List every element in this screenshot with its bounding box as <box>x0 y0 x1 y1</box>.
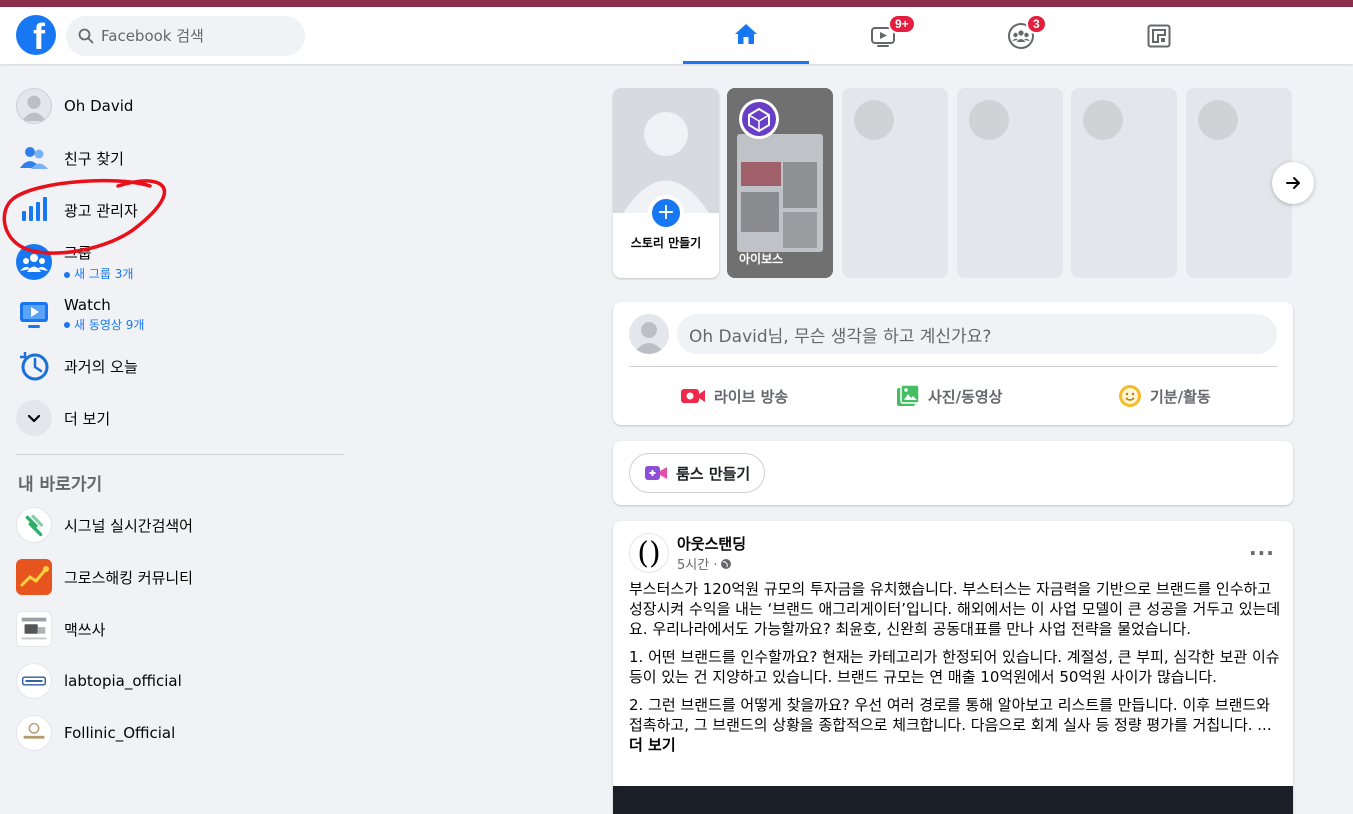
new-dot-icon <box>64 322 70 328</box>
growth-hacking-logo-icon <box>16 559 52 595</box>
stories-next-button[interactable] <box>1272 162 1314 204</box>
composer-divider <box>629 366 1277 367</box>
search-icon <box>78 28 94 44</box>
gaming-icon <box>1147 24 1171 47</box>
tab-groups[interactable]: 3 <box>958 7 1084 64</box>
friends-icon <box>16 140 52 176</box>
search-box[interactable] <box>66 16 305 56</box>
rooms-card: 룸스 만들기 <box>613 441 1293 505</box>
feeling-activity-button[interactable]: 기분/활동 <box>1118 376 1211 416</box>
top-navigation-bar: f 9+ 3 <box>0 7 1353 64</box>
post-media[interactable] <box>613 786 1293 814</box>
sidebar-item-find-friends[interactable]: 친구 찾기 <box>8 132 348 184</box>
see-more-link[interactable]: 더 보기 <box>629 736 676 754</box>
profile-avatar-icon <box>16 88 52 124</box>
sidebar-item-label: Watch <box>64 295 111 314</box>
groups-badge: 3 <box>1026 14 1047 34</box>
shortcuts-title: 내 바로가기 <box>18 474 103 495</box>
stories-tray: + 스토리 만들기 아이보스 <box>613 88 1293 278</box>
post-composer: Oh David님, 무슨 생각을 하고 계신가요? 라이브 방송 사진/동영상… <box>613 302 1293 425</box>
story-card[interactable]: 아이보스 <box>727 88 833 278</box>
composer-prompt[interactable]: Oh David님, 무슨 생각을 하고 계신가요? <box>677 314 1277 354</box>
sidebar-item-sub: 새 동영상 9개 <box>64 316 144 333</box>
signal-logo-icon <box>16 507 52 543</box>
labtopia-logo-icon <box>16 663 52 699</box>
sidebar-item-label: Oh David <box>64 97 134 115</box>
story-placeholder <box>957 88 1063 278</box>
create-story-label: 스토리 만들기 <box>630 236 702 250</box>
sidebar-item-label: 과거의 오늘 <box>64 357 138 376</box>
post-author-avatar[interactable]: () <box>629 533 669 573</box>
live-video-button[interactable]: 라이브 방송 <box>680 376 788 416</box>
shortcut-label: 맥쓰사 <box>64 620 106 639</box>
tab-home[interactable] <box>683 7 809 64</box>
window-top-strip <box>0 0 1353 7</box>
composer-avatar <box>629 314 669 354</box>
photo-icon <box>897 384 920 406</box>
shortcut-label: 그로스해킹 커뮤니티 <box>64 568 193 587</box>
photo-video-button[interactable]: 사진/동영상 <box>896 376 1002 416</box>
sidebar-item-sub: 새 그룹 3개 <box>64 265 133 282</box>
story-author: 아이보스 <box>739 252 784 266</box>
groups-icon <box>16 244 52 280</box>
left-sidebar: Oh David 친구 찾기 광고 관리자 그룹 새 그룹 3개 Watch 새… <box>8 80 348 759</box>
home-icon <box>735 24 757 44</box>
shortcut-item[interactable]: 그로스해킹 커뮤니티 <box>8 551 348 603</box>
ads-manager-icon <box>16 192 52 228</box>
sidebar-item-label: 그룹 <box>64 244 92 262</box>
shortcut-label: Follinic_Official <box>64 724 176 742</box>
post-timestamp[interactable]: 5시간 · <box>677 554 732 573</box>
post-options-icon[interactable]: ··· <box>1249 541 1275 565</box>
shortcut-item[interactable]: 시그널 실시간검색어 <box>8 499 348 551</box>
tab-watch[interactable]: 9+ <box>820 7 946 64</box>
live-video-icon <box>681 389 705 403</box>
memories-icon <box>16 348 52 384</box>
post-author-name[interactable]: 아웃스탠딩 <box>677 533 746 554</box>
plus-icon: + <box>648 195 684 231</box>
shortcut-item[interactable]: 맥쓰사 <box>8 603 348 655</box>
globe-icon <box>721 558 732 569</box>
shortcut-item[interactable]: Follinic_Official <box>8 707 348 759</box>
feeling-icon <box>1119 385 1141 407</box>
shortcut-label: 시그널 실시간검색어 <box>64 516 193 535</box>
sidebar-item-memories[interactable]: 과거의 오늘 <box>8 340 348 392</box>
rooms-icon <box>645 466 667 480</box>
create-room-button[interactable]: 룸스 만들기 <box>629 453 766 493</box>
create-story-card[interactable]: + 스토리 만들기 <box>613 88 719 278</box>
story-placeholder <box>842 88 948 278</box>
new-dot-icon <box>64 271 70 278</box>
sidebar-item-ads-manager[interactable]: 광고 관리자 <box>8 184 348 236</box>
shortcut-item[interactable]: labtopia_official <box>8 655 348 707</box>
watch-icon <box>16 296 52 332</box>
sidebar-item-watch[interactable]: Watch 새 동영상 9개 <box>8 288 348 340</box>
watch-badge: 9+ <box>888 14 916 34</box>
sidebar-item-see-more[interactable]: 더 보기 <box>8 392 348 444</box>
chevron-down-icon <box>16 400 52 436</box>
macssa-logo-icon <box>16 611 52 647</box>
post-paragraph: 1. 어떤 브랜드를 인수할까요? 현재는 카테고리가 한정되어 있습니다. 계… <box>629 648 1280 686</box>
sidebar-divider <box>16 454 344 455</box>
facebook-logo-icon[interactable]: f <box>16 15 56 55</box>
search-input[interactable] <box>101 27 291 45</box>
sidebar-item-label: 친구 찾기 <box>64 149 124 168</box>
shortcut-label: labtopia_official <box>64 672 182 690</box>
sidebar-item-label: 더 보기 <box>64 409 111 428</box>
story-placeholder <box>1071 88 1177 278</box>
sidebar-item-groups[interactable]: 그룹 새 그룹 3개 <box>8 236 348 288</box>
follinic-logo-icon <box>16 715 52 751</box>
feed-post: () 아웃스탠딩 5시간 · ··· 부스터스가 120억원 규모의 투자금을 … <box>613 521 1293 814</box>
post-body: 부스터스가 120억원 규모의 투자금을 유치했습니다. 부스터스는 자금력을 … <box>629 579 1283 763</box>
post-paragraph: 2. 그런 브랜드를 어떻게 찾을까요? 우선 여러 경로를 통해 알아보고 리… <box>629 696 1272 754</box>
sidebar-item-profile[interactable]: Oh David <box>8 80 348 132</box>
post-paragraph: 부스터스가 120억원 규모의 투자금을 유치했습니다. 부스터스는 자금력을 … <box>629 580 1281 638</box>
arrow-right-icon <box>1286 177 1300 189</box>
sidebar-item-label: 광고 관리자 <box>64 201 138 220</box>
tab-gaming[interactable] <box>1096 7 1222 64</box>
